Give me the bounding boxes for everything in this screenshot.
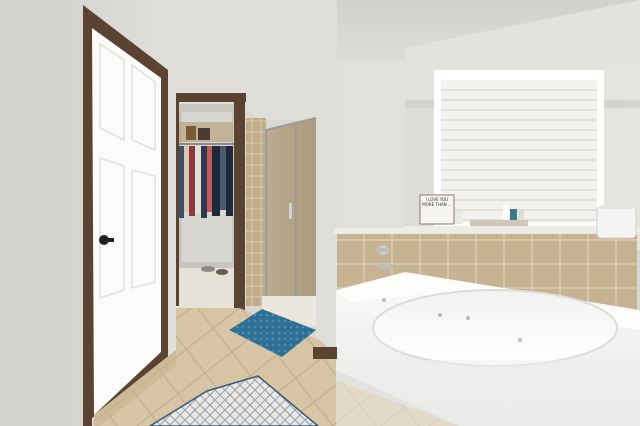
closet-floor <box>178 268 235 313</box>
tub-basin <box>372 289 618 367</box>
ledge-left <box>334 228 407 234</box>
door <box>92 28 161 415</box>
shower-tile-left <box>246 118 266 306</box>
ledge-sign-text: I LOVE YOU MORE THAN ... <box>422 197 452 207</box>
bathroom-photo: I LOVE YOU MORE THAN ... <box>0 0 640 426</box>
center-column <box>316 0 337 355</box>
bathroom-illustration <box>0 0 640 426</box>
tub-front-shadow <box>336 360 640 426</box>
closet-frame-left <box>176 100 179 306</box>
closet-frame-right <box>234 100 245 310</box>
door-knob <box>99 235 109 245</box>
left-wall-edge <box>0 0 58 426</box>
closet-clothes <box>178 122 233 218</box>
closet-rod <box>178 143 235 145</box>
window-blinds <box>441 80 597 223</box>
ledge-container <box>596 205 637 239</box>
shower-handle <box>289 203 292 219</box>
tub-base-trim <box>313 347 337 359</box>
